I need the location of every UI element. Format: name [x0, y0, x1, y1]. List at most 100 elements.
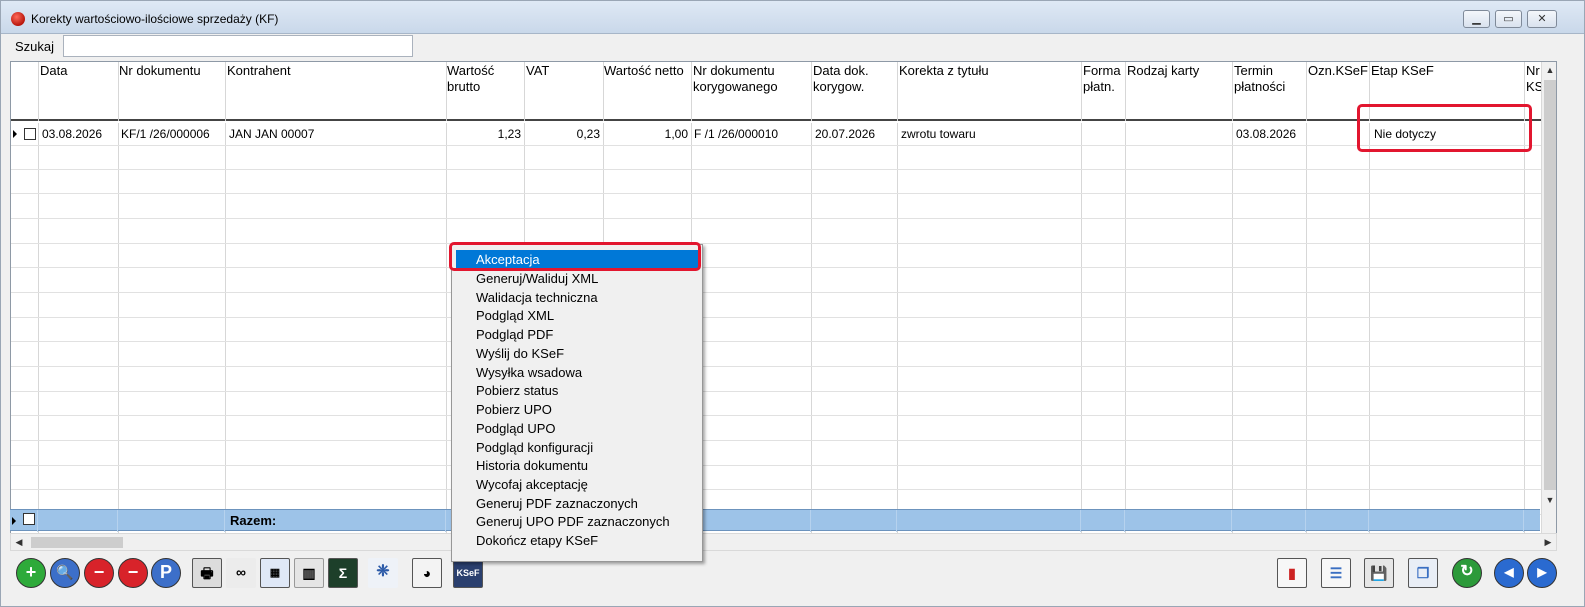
menu-item-pobierz-status[interactable]: Pobierz status [456, 381, 700, 400]
empty-row[interactable] [11, 294, 1541, 318]
preview-icon[interactable]: 🔍 [50, 558, 80, 588]
empty-row[interactable] [11, 195, 1541, 219]
select-all-checkbox[interactable] [23, 513, 35, 525]
report-chart-icon[interactable]: ▮ [1277, 558, 1307, 588]
menu-item-generuj-waliduj-xml[interactable]: Generuj/Waliduj XML [456, 269, 700, 288]
scroll-down-icon[interactable]: ▼ [1542, 492, 1556, 508]
calendar-table-icon[interactable]: ▦ [260, 558, 290, 588]
sum-icon[interactable]: Σ [328, 558, 358, 588]
menu-item-walidacja-techniczna[interactable]: Walidacja techniczna [456, 288, 700, 307]
column-header-termin-platnosci[interactable]: Termin płatności [1234, 63, 1285, 95]
documents-table[interactable]: Data Nr dokumentu Kontrahent Wartość bru… [10, 61, 1557, 539]
menu-item-podglad-pdf[interactable]: Podgląd PDF [456, 325, 700, 344]
scroll-left-icon[interactable]: ◀ [11, 534, 27, 550]
cell-vat: 0,23 [576, 127, 600, 141]
save-icon[interactable]: 💾 [1364, 558, 1394, 588]
vertical-scroll-thumb[interactable] [1544, 80, 1556, 490]
vertical-scrollbar[interactable]: ▲ ▼ [1541, 62, 1556, 538]
menu-item-generuj-pdf-zaznaczonych[interactable]: Generuj PDF zaznaczonych [456, 494, 700, 513]
delete-selected-icon[interactable]: − [118, 558, 148, 588]
menu-item-historia-dokumentu[interactable]: Historia dokumentu [456, 456, 700, 475]
table-row[interactable]: 03.08.2026 KF/1 /26/000006 JAN JAN 00007… [11, 122, 1541, 146]
cell-termin-platnosci: 03.08.2026 [1236, 127, 1297, 141]
p-icon[interactable]: P [151, 558, 181, 588]
column-header-data-dok-korygow[interactable]: Data dok. korygow. [813, 63, 869, 95]
menu-item-podglad-konfiguracji[interactable]: Podgląd konfiguracji [456, 438, 700, 457]
cell-kontrahent: JAN JAN 00007 [229, 127, 315, 141]
add-icon[interactable]: + [16, 558, 46, 588]
search-input[interactable] [63, 35, 413, 57]
group-icon[interactable]: ❈ [368, 558, 398, 588]
window-title: Korekty wartościowo-ilościowe sprzedaży … [31, 12, 279, 26]
menu-item-wysylka-wsadowa[interactable]: Wysyłka wsadowa [456, 363, 700, 382]
scroll-right-icon[interactable]: ▶ [1540, 534, 1556, 550]
column-header-nr-dok-korygowanego[interactable]: Nr dokumentu korygowanego [693, 63, 778, 95]
menu-item-dokoncz-etapy-ksef[interactable]: Dokończ etapy KSeF [456, 531, 700, 550]
menu-item-wyslij-do-ksef[interactable]: Wyślij do KSeF [456, 344, 700, 363]
maximize-icon: ▭ [1503, 13, 1514, 25]
next-icon[interactable]: ▶ [1527, 558, 1557, 588]
horizontal-scrollbar[interactable]: ◀ ▶ [10, 533, 1557, 551]
menu-item-podglad-upo[interactable]: Podgląd UPO [456, 419, 700, 438]
menu-item-wycofaj-akceptacje[interactable]: Wycofaj akceptację [456, 475, 700, 494]
summary-row: Razem: [10, 509, 1540, 532]
refresh-icon[interactable]: ↻ [1452, 558, 1482, 588]
empty-row[interactable] [11, 343, 1541, 367]
prev-icon[interactable]: ◀ [1494, 558, 1524, 588]
empty-row[interactable] [11, 269, 1541, 293]
minimize-icon: ▁ [1472, 13, 1481, 25]
menu-item-podglad-xml[interactable]: Podgląd XML [456, 306, 700, 325]
title-bar: Korekty wartościowo-ilościowe sprzedaży … [1, 1, 1584, 34]
ksef-icon[interactable]: KSeF [453, 558, 483, 588]
column-header-data[interactable]: Data [40, 63, 67, 79]
highlight-etap-ksef-box [1357, 104, 1532, 152]
bottom-toolbar: + 🔍 − − P 🖶 ∞ ▦ ▥ Σ ❈ ◕ KSeF ▮ ☰ 💾 ❐ ↻ ◀… [1, 554, 1584, 602]
scroll-up-icon[interactable]: ▲ [1542, 62, 1556, 78]
empty-row[interactable] [11, 220, 1541, 244]
menu-item-pobierz-upo[interactable]: Pobierz UPO [456, 400, 700, 419]
cell-wartosc-brutto: 1,23 [497, 127, 521, 141]
empty-row[interactable] [11, 466, 1541, 490]
column-header-korekta-z-tytulu[interactable]: Korekta z tytułu [899, 63, 989, 79]
empty-row[interactable] [11, 170, 1541, 194]
empty-row[interactable] [11, 244, 1541, 268]
cell-wartosc-netto: 1,00 [664, 127, 688, 141]
cell-nr-dokumentu: KF/1 /26/000006 [121, 127, 210, 141]
app-icon [11, 12, 25, 26]
empty-row[interactable] [11, 417, 1541, 441]
column-header-etap-ksef[interactable]: Etap KSeF [1371, 63, 1434, 79]
column-header-wartosc-brutto[interactable]: Wartość brutto [447, 63, 494, 95]
delete-icon[interactable]: − [84, 558, 114, 588]
minimize-button[interactable]: ▁ [1463, 10, 1490, 28]
binoculars-icon[interactable]: ∞ [226, 558, 256, 588]
close-button[interactable]: ✕ [1527, 10, 1557, 28]
search-label: Szukaj [15, 39, 55, 54]
empty-row[interactable] [11, 392, 1541, 416]
cell-korekta-z-tytulu: zwrotu towaru [901, 127, 976, 141]
empty-row[interactable] [11, 318, 1541, 342]
column-header-forma-platn[interactable]: Forma płatn. [1083, 63, 1121, 95]
row-checkbox[interactable] [24, 128, 36, 140]
windows-icon[interactable]: ❐ [1408, 558, 1438, 588]
empty-row[interactable] [11, 368, 1541, 392]
cell-data: 03.08.2026 [42, 127, 103, 141]
maximize-button[interactable]: ▭ [1495, 10, 1522, 28]
summary-label: Razem: [230, 513, 277, 528]
print-icon[interactable]: 🖶 [192, 558, 222, 588]
column-header-wartosc-netto[interactable]: Wartość netto [604, 63, 684, 79]
highlight-akceptacja-box [449, 242, 701, 271]
column-header-kontrahent[interactable]: Kontrahent [227, 63, 291, 79]
horizontal-scroll-thumb[interactable] [31, 537, 123, 548]
column-header-rodzaj-karty[interactable]: Rodzaj karty [1127, 63, 1199, 79]
archive-icon[interactable]: ▥ [294, 558, 324, 588]
document-icon[interactable]: ☰ [1321, 558, 1351, 588]
menu-item-generuj-upo-pdf-zaznaczonych[interactable]: Generuj UPO PDF zaznaczonych [456, 512, 700, 531]
current-row-marker-icon [13, 130, 17, 138]
column-header-ozn-ksef[interactable]: Ozn.KSeF [1308, 63, 1368, 79]
cell-nr-dok-korygowanego: F /1 /26/000010 [694, 127, 779, 141]
column-header-nr-dokumentu[interactable]: Nr dokumentu [119, 63, 201, 79]
chart-window-icon[interactable]: ◕ [412, 558, 442, 588]
column-header-vat[interactable]: VAT [526, 63, 549, 79]
empty-row[interactable] [11, 442, 1541, 466]
empty-row[interactable] [11, 146, 1541, 170]
